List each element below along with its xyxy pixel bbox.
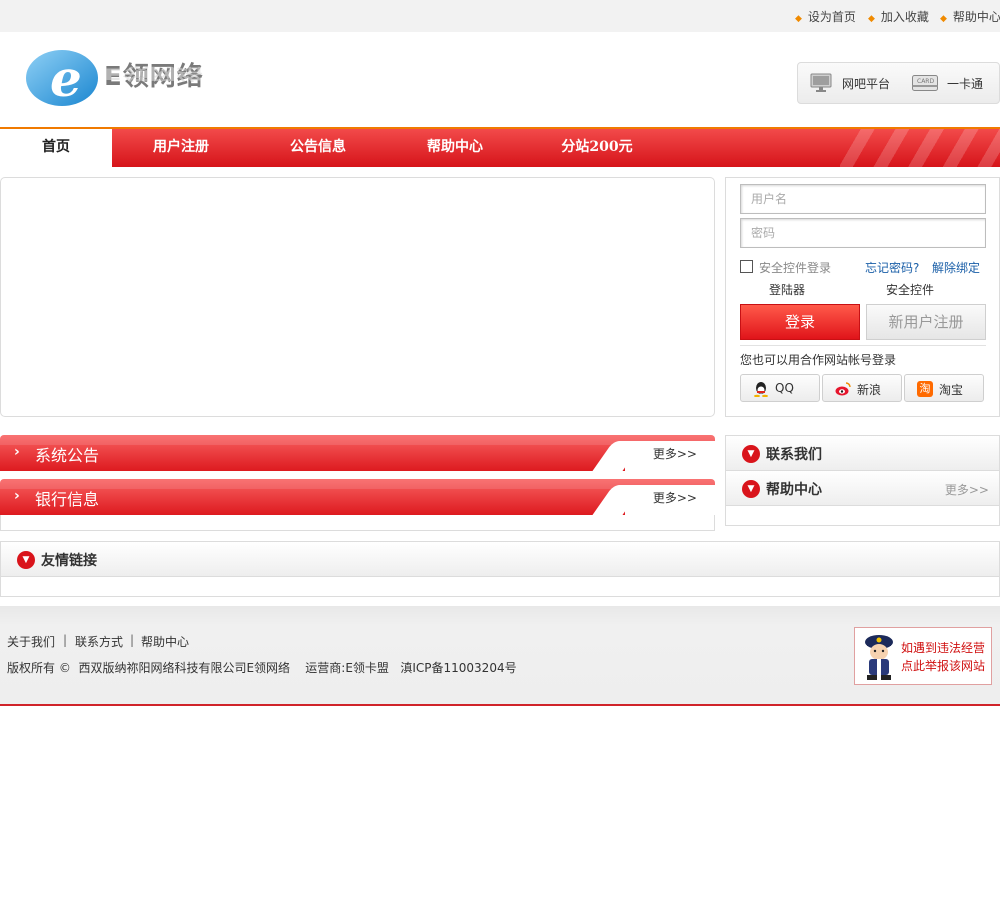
help-center-top-label: 帮助中心 bbox=[952, 10, 1000, 24]
site-logo[interactable]: e E领网络 E领网络 bbox=[24, 48, 224, 112]
footer-help-link[interactable]: 帮助中心 bbox=[141, 633, 189, 650]
unbind-link[interactable]: 解除绑定 bbox=[932, 259, 980, 276]
monitor-icon bbox=[810, 73, 832, 92]
links-body bbox=[0, 576, 1000, 597]
one-card-link[interactable]: 一卡通 bbox=[947, 75, 983, 92]
forgot-password-link[interactable]: 忘记密码? bbox=[865, 259, 919, 276]
footer-separator: | bbox=[130, 633, 135, 647]
bullet-icon: ◆ bbox=[795, 14, 802, 24]
secure-login-checkbox[interactable] bbox=[740, 260, 753, 273]
login-panel: 安全控件登录 忘记密码? 解除绑定 登陆器 安全控件 登录 新用户注册 您也可以… bbox=[725, 177, 1000, 417]
header-highlight bbox=[0, 435, 715, 445]
copyright-text: 版权所有 © 西双版纳祢阳网络科技有限公司E领网络 运营商:E领卡盟 滇ICP备… bbox=[7, 661, 517, 675]
logo-reflection: E领网络 bbox=[104, 64, 204, 83]
username-input[interactable] bbox=[740, 184, 986, 214]
login-divider bbox=[740, 345, 986, 346]
nav-item-help[interactable]: 帮助中心 bbox=[400, 129, 510, 167]
contact-title: 联系我们 bbox=[766, 447, 822, 463]
bank-body bbox=[0, 515, 715, 531]
nav-item-notices[interactable]: 公告信息 bbox=[263, 129, 373, 167]
register-button[interactable]: 新用户注册 bbox=[866, 304, 986, 340]
top-bar: ◆ 设为首页 ◆ 加入收藏 ◆ 帮助中心 bbox=[0, 0, 1000, 32]
links-header: ▼ 友情链接 bbox=[0, 541, 1000, 577]
bullet-icon: ◆ bbox=[940, 14, 947, 24]
chevron-down-icon: ▼ bbox=[742, 480, 760, 498]
qq-login-label: QQ bbox=[775, 381, 794, 395]
taobao-login-label: 淘宝 bbox=[939, 383, 964, 397]
secure-login-label: 安全控件登录 bbox=[759, 261, 832, 275]
password-input[interactable] bbox=[740, 218, 986, 248]
footer-separator: | bbox=[63, 633, 68, 647]
weibo-icon bbox=[835, 382, 851, 396]
links-title: 友情链接 bbox=[41, 553, 97, 569]
weibo-login-button[interactable]: 新浪 bbox=[822, 374, 902, 402]
logo-e-icon: e bbox=[26, 49, 98, 108]
nav-item-register[interactable]: 用户注册 bbox=[126, 129, 236, 167]
bullet-icon: ◆ bbox=[868, 14, 875, 24]
set-homepage-link[interactable]: ◆ 设为首页 bbox=[795, 8, 856, 25]
add-favorite-label: 加入收藏 bbox=[880, 10, 929, 24]
chevron-down-icon: ▼ bbox=[742, 445, 760, 463]
footer: 关于我们 | 联系方式 | 帮助中心 版权所有 © 西双版纳祢阳网络科技有限公司… bbox=[0, 606, 1000, 706]
report-line-2: 点此举报该网站 bbox=[901, 659, 986, 673]
taobao-icon: 淘 bbox=[917, 381, 933, 397]
bank-title: 银行信息 bbox=[35, 490, 100, 509]
svg-text:e: e bbox=[50, 49, 82, 108]
help-title: 帮助中心 bbox=[766, 482, 822, 498]
banner-area bbox=[0, 177, 715, 417]
set-homepage-label: 设为首页 bbox=[807, 10, 856, 24]
nav-decoration bbox=[840, 129, 1000, 167]
login-button[interactable]: 登录 bbox=[740, 304, 860, 340]
launcher-download-link[interactable]: 登陆器 bbox=[769, 281, 805, 298]
police-icon bbox=[865, 635, 893, 680]
weibo-login-label: 新浪 bbox=[857, 383, 882, 397]
svg-text:CARD: CARD bbox=[917, 78, 934, 85]
notice-title: 系统公告 bbox=[35, 446, 100, 465]
partner-login-text: 您也可以用合作网站帐号登录 bbox=[740, 353, 897, 367]
header-highlight bbox=[0, 479, 715, 489]
bank-header: › 银行信息 更多>> bbox=[0, 479, 715, 515]
platform-box: 网吧平台 CARD 一卡通 bbox=[797, 62, 1000, 104]
help-body bbox=[725, 505, 1000, 526]
about-us-link[interactable]: 关于我们 bbox=[7, 633, 55, 650]
taobao-login-button[interactable]: 淘 淘宝 bbox=[904, 374, 984, 402]
help-more-link[interactable]: 更多>> bbox=[945, 481, 989, 498]
chevron-right-icon: › bbox=[14, 488, 20, 504]
contact-link[interactable]: 联系方式 bbox=[75, 633, 123, 650]
main-nav: 首页 用户注册 公告信息 帮助中心 分站200元 bbox=[0, 127, 1000, 167]
contact-header: ▼ 联系我们 bbox=[725, 435, 1000, 471]
nav-item-substation[interactable]: 分站200元 bbox=[542, 129, 652, 167]
card-icon: CARD bbox=[912, 75, 938, 91]
notice-more-link[interactable]: 更多>> bbox=[653, 445, 697, 462]
help-header: ▼ 帮助中心 更多>> bbox=[725, 470, 1000, 506]
chevron-down-icon: ▼ bbox=[17, 551, 35, 569]
add-favorite-link[interactable]: ◆ 加入收藏 bbox=[868, 8, 929, 25]
nav-item-home[interactable]: 首页 bbox=[0, 129, 112, 167]
chevron-right-icon: › bbox=[14, 444, 20, 460]
report-badge[interactable]: 如遇到违法经营 点此举报该网站 bbox=[854, 627, 992, 685]
qq-login-button[interactable]: QQ bbox=[740, 374, 820, 402]
help-center-top-link[interactable]: ◆ 帮助中心 bbox=[940, 8, 1000, 25]
netcafe-platform-link[interactable]: 网吧平台 bbox=[842, 75, 890, 92]
report-line-1: 如遇到违法经营 bbox=[901, 641, 986, 655]
bank-more-link[interactable]: 更多>> bbox=[653, 489, 697, 506]
qq-icon bbox=[754, 382, 768, 397]
notice-header: › 系统公告 更多>> bbox=[0, 435, 715, 471]
secure-control-download-link[interactable]: 安全控件 bbox=[886, 281, 934, 298]
